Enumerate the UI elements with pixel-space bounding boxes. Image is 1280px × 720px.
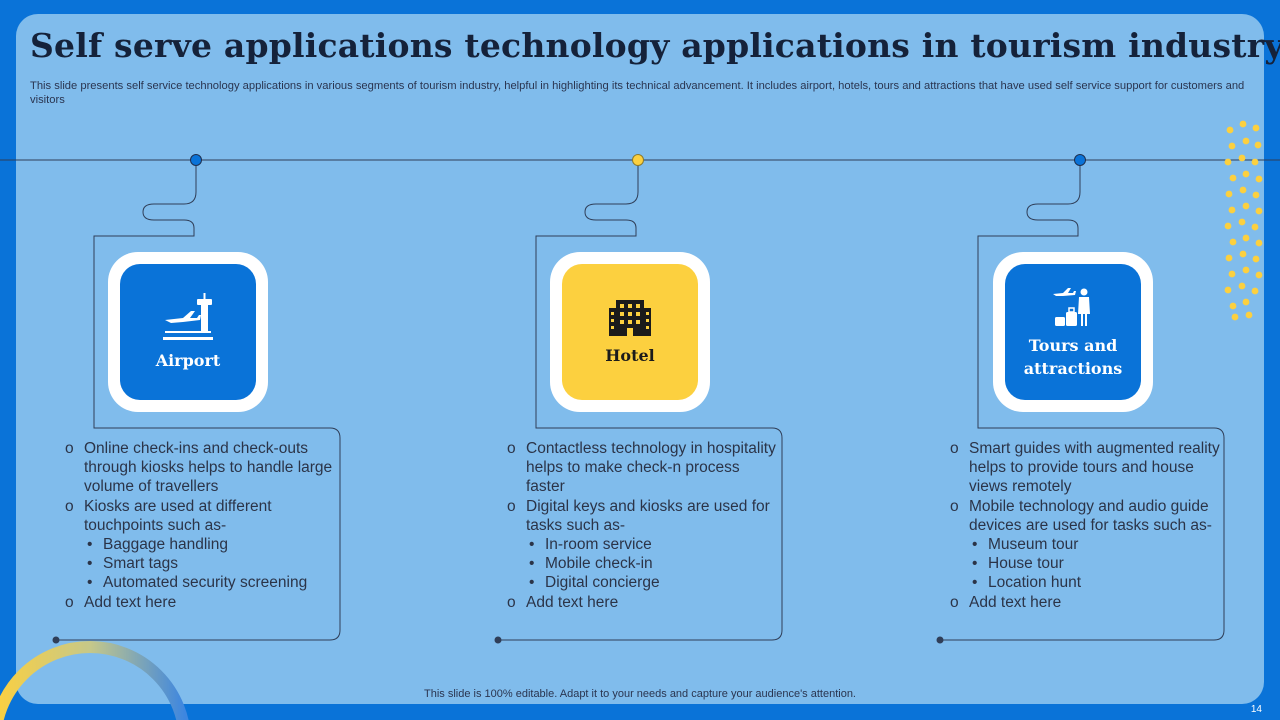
bullet-item: Add text here <box>507 593 777 612</box>
timeline-dot-hotel <box>632 154 644 166</box>
bullet-item: Kiosks are used at different touchpoints… <box>65 497 335 535</box>
sub-bullet-item: In-room service <box>507 535 777 554</box>
hotel-building-icon <box>608 298 652 338</box>
timeline-dot-tours <box>1074 154 1086 166</box>
bullet-item: Mobile technology and audio guide device… <box>950 497 1220 535</box>
airport-tower-icon <box>161 292 215 343</box>
bullet-item: Online check-ins and check-outs through … <box>65 439 335 497</box>
airport-details: Online check-ins and check-outs through … <box>65 439 335 612</box>
sub-bullet-item: Museum tour <box>950 535 1220 554</box>
footer-note: This slide is 100% editable. Adapt it to… <box>424 688 856 700</box>
bullet-item: Contactless technology in hospitality he… <box>507 439 777 497</box>
airport-label: Airport <box>155 350 221 370</box>
airport-card: Airport <box>108 252 268 412</box>
dot-pattern-decoration <box>1224 120 1263 321</box>
end-dot-hotel <box>494 636 502 644</box>
sub-bullet-item: Baggage handling <box>65 535 335 554</box>
sub-bullet-item: Automated security screening <box>65 573 335 592</box>
end-dot-airport <box>52 636 60 644</box>
sub-bullet-item: Digital concierge <box>507 573 777 592</box>
timeline-dot-airport <box>190 154 202 166</box>
hotel-card: Hotel <box>550 252 710 412</box>
arc-decoration <box>0 641 189 720</box>
page-number: 14 <box>1250 704 1262 715</box>
tours-label: Tours and attractions <box>1023 336 1123 378</box>
sub-bullet-item: House tour <box>950 554 1220 573</box>
end-dot-tours <box>936 636 944 644</box>
sub-bullet-item: Mobile check-in <box>507 554 777 573</box>
tours-details: Smart guides with augmented reality help… <box>950 439 1220 612</box>
sub-bullet-item: Location hunt <box>950 573 1220 592</box>
bullet-item: Add text here <box>65 593 335 612</box>
bullet-item: Smart guides with augmented reality help… <box>950 439 1220 497</box>
traveler-luggage-icon <box>1051 284 1095 328</box>
tours-card: Tours and attractions <box>993 252 1153 412</box>
sub-bullet-item: Smart tags <box>65 554 335 573</box>
bullet-item: Digital keys and kiosks are used for tas… <box>507 497 777 535</box>
hotel-details: Contactless technology in hospitality he… <box>507 439 777 612</box>
bullet-item: Add text here <box>950 593 1220 612</box>
hotel-label: Hotel <box>605 345 655 365</box>
